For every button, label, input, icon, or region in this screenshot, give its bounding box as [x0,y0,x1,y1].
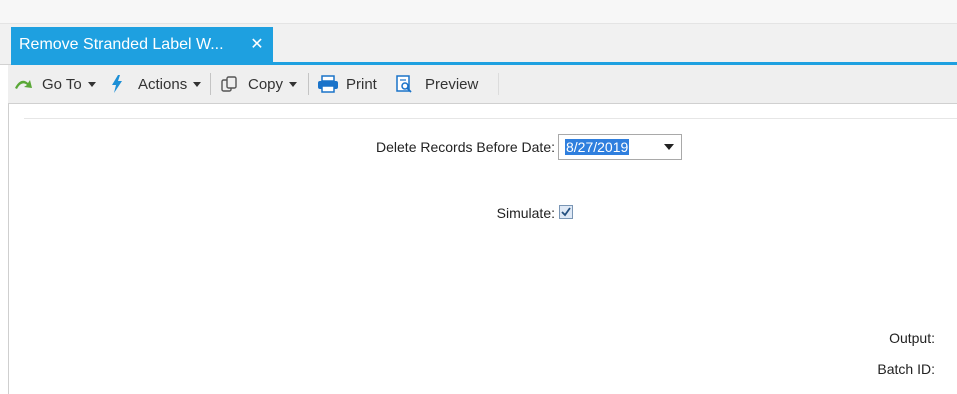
checkmark-icon [561,207,571,217]
copy-button[interactable]: Copy [220,65,298,103]
chevron-down-icon [87,81,96,87]
preview-button[interactable]: Preview [395,65,478,103]
preview-icon [395,75,413,93]
chevron-down-icon [289,81,298,87]
simulate-label: Simulate: [496,205,555,221]
chevron-down-icon [664,144,674,150]
copy-icon [220,75,238,93]
delete-date-field[interactable]: 8/27/2019 [558,134,682,160]
tab-title: Remove Stranded Label W... [19,35,224,53]
print-label: Print [346,75,377,93]
output-label: Output: [889,330,935,346]
preview-label: Preview [425,75,479,93]
date-dropdown-button[interactable] [657,135,681,159]
toolbar-separator [498,73,499,95]
date-value: 8/27/2019 [565,139,630,155]
goto-label: Go To [42,75,82,93]
actions-button[interactable]: Actions [111,65,202,103]
green-arrow-icon [14,76,34,92]
print-button[interactable]: Print [317,65,377,103]
content-divider [24,118,957,119]
toolbar: Go To Actions Copy Print Preview [8,65,957,104]
delete-records-label: Delete Records Before Date: [376,139,555,155]
copy-label: Copy [248,75,284,93]
window-top-strip [0,0,957,24]
simulate-checkbox[interactable] [559,205,573,219]
batch-id-label: Batch ID: [877,361,935,377]
toolbar-separator [308,73,309,95]
printer-icon [317,75,339,93]
chevron-down-icon [193,81,202,87]
close-icon[interactable]: ✕ [249,35,265,53]
content-border [8,103,9,394]
toolbar-separator [210,73,211,95]
lightning-icon [111,75,123,93]
goto-button[interactable]: Go To [14,65,96,103]
actions-label: Actions [138,75,188,93]
tab-remove-stranded-label[interactable]: Remove Stranded Label W... ✕ [11,27,273,62]
